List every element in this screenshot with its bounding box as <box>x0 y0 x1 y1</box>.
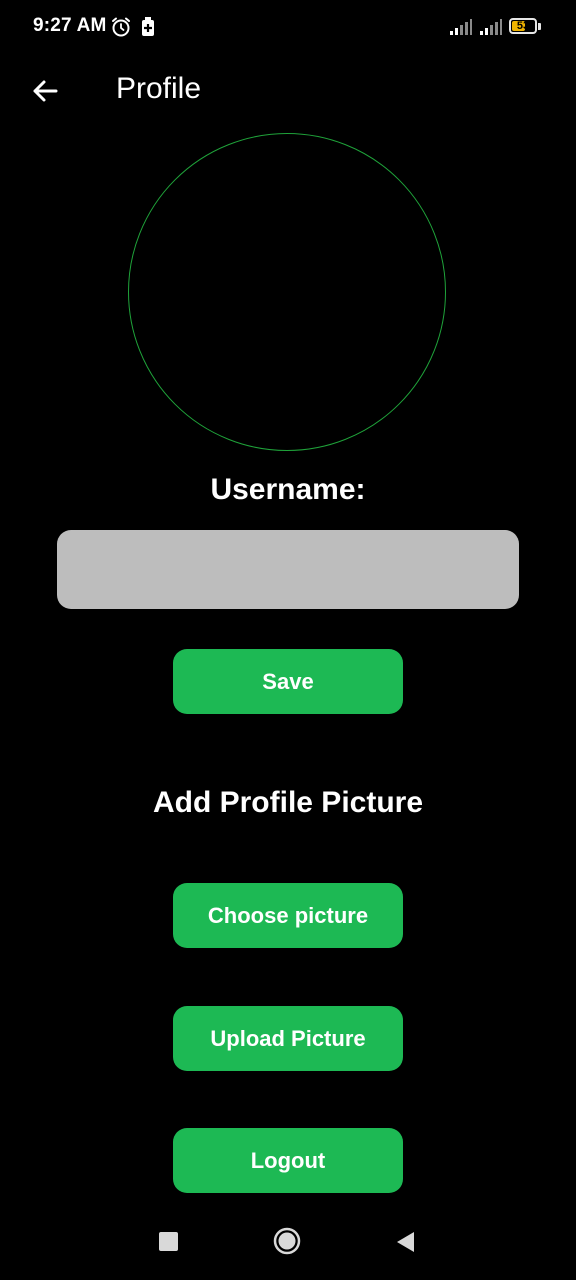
status-time: 9:27 AM <box>33 15 107 36</box>
page-title: Profile <box>116 72 202 105</box>
profile-avatar[interactable] <box>128 133 446 451</box>
battery-icon: 53 <box>509 18 541 36</box>
profile-screen: 9:27 AM 53 Profile Username: Save Add Pr… <box>0 0 576 1280</box>
save-button[interactable]: Save <box>173 649 403 714</box>
signal-icon <box>449 18 473 41</box>
logout-button[interactable]: Logout <box>173 1128 403 1193</box>
back-button[interactable] <box>22 68 68 114</box>
back-triangle-icon[interactable] <box>394 1230 416 1254</box>
choose-picture-button[interactable]: Choose picture <box>173 883 403 948</box>
system-nav-bar <box>0 1212 576 1272</box>
home-icon[interactable] <box>273 1227 301 1255</box>
battery-saver-icon <box>140 16 156 43</box>
username-input[interactable] <box>57 530 519 609</box>
recents-icon[interactable] <box>159 1232 178 1251</box>
app-bar: Profile <box>0 56 576 128</box>
status-bar: 9:27 AM 53 <box>0 0 576 56</box>
upload-picture-button[interactable]: Upload Picture <box>173 1006 403 1071</box>
signal-icon <box>479 18 503 41</box>
add-profile-picture-heading: Add Profile Picture <box>152 786 424 819</box>
arrow-left-icon <box>33 80 58 102</box>
battery-level: 53 <box>516 20 530 32</box>
alarm-icon <box>110 16 132 43</box>
username-label: Username: <box>210 473 366 506</box>
